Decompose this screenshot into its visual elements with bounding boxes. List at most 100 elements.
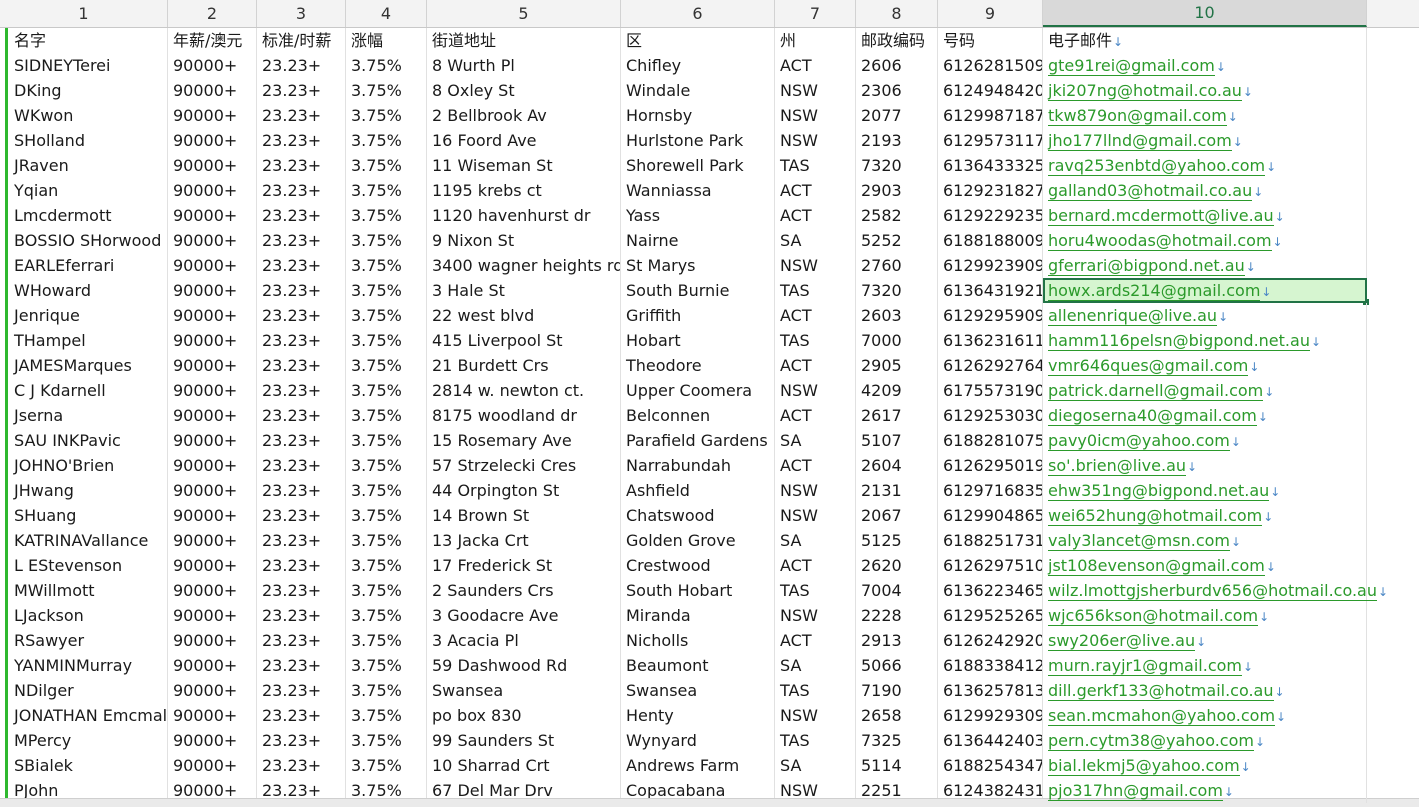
cell-phone[interactable]: 61262429206 xyxy=(938,628,1043,653)
cell-street[interactable]: Swansea xyxy=(427,678,621,703)
cell-state[interactable]: SA xyxy=(775,428,856,453)
email-link[interactable]: pjo317hn@gmail.com xyxy=(1048,781,1223,801)
cell-salary[interactable]: 90000+ xyxy=(168,453,257,478)
email-link[interactable]: patrick.darnell@gmail.com xyxy=(1048,381,1264,401)
cell-salary[interactable]: 90000+ xyxy=(168,278,257,303)
cell-state[interactable]: ACT xyxy=(775,303,856,328)
cell-suburb[interactable]: Nairne xyxy=(621,228,775,253)
email-link[interactable]: hamm116pelsn@bigpond.net.au xyxy=(1048,331,1310,351)
cell-phone[interactable]: 61295731177 xyxy=(938,128,1043,153)
cell-email[interactable]: hamm116pelsn@bigpond.net.au↓ xyxy=(1043,328,1367,353)
cell-email[interactable]: pjo317hn@gmail.com↓ xyxy=(1043,778,1367,803)
cell-salary[interactable]: 90000+ xyxy=(168,528,257,553)
cell-street[interactable]: 3400 wagner heights rd xyxy=(427,253,621,278)
email-link[interactable]: sean.mcmahon@yahoo.com xyxy=(1048,706,1276,726)
cell-street[interactable]: 3 Hale St xyxy=(427,278,621,303)
cell-suburb[interactable]: Ashfield xyxy=(621,478,775,503)
cell-state[interactable]: ACT xyxy=(775,453,856,478)
cell-state[interactable]: ACT xyxy=(775,353,856,378)
cell-salary[interactable]: 90000+ xyxy=(168,78,257,103)
cell-state[interactable]: NSW xyxy=(775,503,856,528)
header-cell-suburb[interactable]: 区 xyxy=(621,28,775,53)
cell-phone[interactable]: 61249484207 xyxy=(938,78,1043,103)
cell-increase[interactable]: 3.75% xyxy=(346,403,427,428)
cell-salary[interactable]: 90000+ xyxy=(168,178,257,203)
cell-suburb[interactable]: South Hobart xyxy=(621,578,775,603)
header-cell-name[interactable]: 名字 xyxy=(9,28,168,53)
cell-name[interactable]: Jenrique xyxy=(9,303,168,328)
cell-postcode[interactable]: 2903 xyxy=(856,178,938,203)
cell-suburb[interactable]: Crestwood xyxy=(621,553,775,578)
cell-hourly[interactable]: 23.23+ xyxy=(257,753,346,778)
cell-phone[interactable]: 61299239094 xyxy=(938,253,1043,278)
column-header-5[interactable]: 5 xyxy=(427,0,621,27)
cell-phone[interactable]: 61299871879 xyxy=(938,103,1043,128)
cell-state[interactable]: TAS xyxy=(775,728,856,753)
cell-suburb[interactable]: Yass xyxy=(621,203,775,228)
cell-street[interactable]: 10 Sharrad Crt xyxy=(427,753,621,778)
cell-state[interactable]: SA xyxy=(775,228,856,253)
cell-increase[interactable]: 3.75% xyxy=(346,128,427,153)
column-header-6[interactable]: 6 xyxy=(621,0,775,27)
cell-email[interactable]: horu4woodas@hotmail.com↓ xyxy=(1043,228,1367,253)
cell-name[interactable]: Yqian xyxy=(9,178,168,203)
email-link[interactable]: jho177llnd@gmail.com xyxy=(1048,131,1232,151)
column-header-2[interactable]: 2 xyxy=(168,0,257,27)
cell-hourly[interactable]: 23.23+ xyxy=(257,178,346,203)
cell-hourly[interactable]: 23.23+ xyxy=(257,503,346,528)
cell-phone[interactable]: 61755731908 xyxy=(938,378,1043,403)
cell-hourly[interactable]: 23.23+ xyxy=(257,128,346,153)
cell-name[interactable]: C J Kdarnell xyxy=(9,378,168,403)
cell-postcode[interactable]: 7190 xyxy=(856,678,938,703)
cell-phone[interactable]: 61364333253 xyxy=(938,153,1043,178)
cell-street[interactable]: 15 Rosemary Ave xyxy=(427,428,621,453)
cell-postcode[interactable]: 2606 xyxy=(856,53,938,78)
cell-salary[interactable]: 90000+ xyxy=(168,678,257,703)
cell-suburb[interactable]: Parafield Gardens xyxy=(621,428,775,453)
cell-email[interactable]: wei652hung@hotmail.com↓ xyxy=(1043,503,1367,528)
cell-email[interactable]: jst108evenson@gmail.com↓ xyxy=(1043,553,1367,578)
cell-postcode[interactable]: 4209 xyxy=(856,378,938,403)
cell-email[interactable]: wjc656kson@hotmail.com↓ xyxy=(1043,603,1367,628)
cell-suburb[interactable]: Beaumont xyxy=(621,653,775,678)
cell-email[interactable]: dill.gerkf133@hotmail.co.au↓ xyxy=(1043,678,1367,703)
header-cell-state[interactable]: 州 xyxy=(775,28,856,53)
email-link[interactable]: galland03@hotmail.co.au xyxy=(1048,181,1253,201)
cell-hourly[interactable]: 23.23+ xyxy=(257,678,346,703)
cell-suburb[interactable]: Chatswood xyxy=(621,503,775,528)
cell-suburb[interactable]: Belconnen xyxy=(621,403,775,428)
cell-salary[interactable]: 90000+ xyxy=(168,253,257,278)
cell-postcode[interactable]: 7325 xyxy=(856,728,938,753)
cell-hourly[interactable]: 23.23+ xyxy=(257,78,346,103)
cell-name[interactable]: Lmcdermott xyxy=(9,203,168,228)
email-link[interactable]: jki207ng@hotmail.co.au xyxy=(1048,81,1242,101)
cell-state[interactable]: ACT xyxy=(775,53,856,78)
cell-name[interactable]: L EStevenson xyxy=(9,553,168,578)
cell-name[interactable]: MWillmott xyxy=(9,578,168,603)
cell-phone[interactable]: 61299048652 xyxy=(938,503,1043,528)
header-cell-increase[interactable]: 涨幅 xyxy=(346,28,427,53)
cell-increase[interactable]: 3.75% xyxy=(346,153,427,178)
cell-salary[interactable]: 90000+ xyxy=(168,628,257,653)
cell-state[interactable]: NSW xyxy=(775,703,856,728)
cell-hourly[interactable]: 23.23+ xyxy=(257,228,346,253)
cell-hourly[interactable]: 23.23+ xyxy=(257,278,346,303)
cell-phone[interactable]: 61292318272 xyxy=(938,178,1043,203)
cell-hourly[interactable]: 23.23+ xyxy=(257,703,346,728)
header-cell-phone[interactable]: 号码 xyxy=(938,28,1043,53)
cell-increase[interactable]: 3.75% xyxy=(346,228,427,253)
cell-hourly[interactable]: 23.23+ xyxy=(257,603,346,628)
cell-suburb[interactable]: St Marys xyxy=(621,253,775,278)
cell-state[interactable]: TAS xyxy=(775,278,856,303)
cell-suburb[interactable]: Hurlstone Park xyxy=(621,128,775,153)
cell-postcode[interactable]: 2228 xyxy=(856,603,938,628)
cell-suburb[interactable]: Chifley xyxy=(621,53,775,78)
cell-suburb[interactable]: Hornsby xyxy=(621,103,775,128)
cell-email[interactable]: gferrari@bigpond.net.au↓ xyxy=(1043,253,1367,278)
cell-postcode[interactable]: 5252 xyxy=(856,228,938,253)
cell-phone[interactable]: 61362234656 xyxy=(938,578,1043,603)
cell-postcode[interactable]: 5107 xyxy=(856,428,938,453)
cell-phone[interactable]: 61362316116 xyxy=(938,328,1043,353)
cell-increase[interactable]: 3.75% xyxy=(346,678,427,703)
cell-postcode[interactable]: 2760 xyxy=(856,253,938,278)
